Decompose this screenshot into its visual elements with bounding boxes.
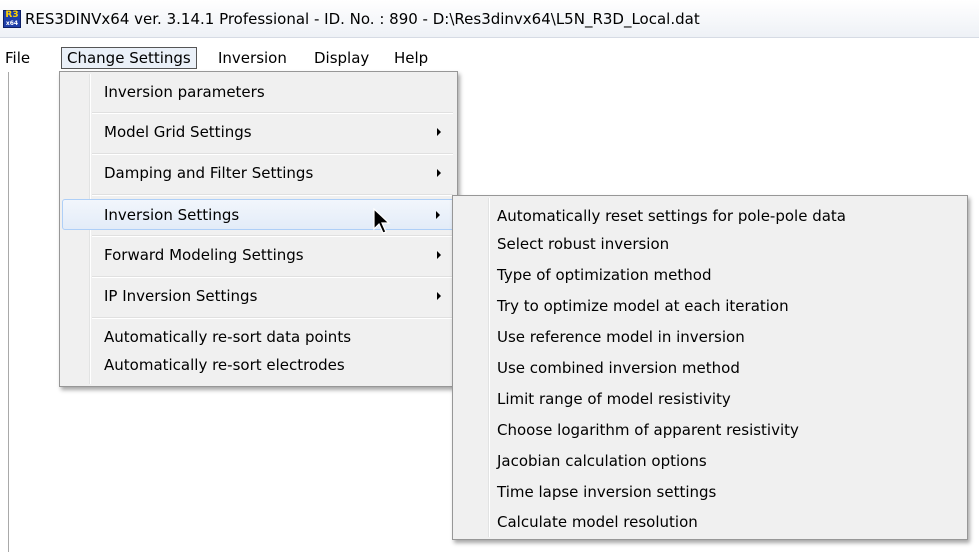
submenu-item-label: Limit range of model resistivity	[497, 390, 731, 408]
app-icon-text-bottom: x64	[5, 20, 19, 27]
menu-item-inversion-parameters[interactable]: Inversion parameters	[62, 76, 455, 108]
submenu-arrow-icon	[437, 251, 441, 259]
client-area-border	[8, 72, 9, 552]
app-icon-text-top: R3	[5, 10, 19, 20]
menu-separator	[92, 317, 453, 319]
submenu-arrow-icon	[437, 128, 441, 136]
submenu-item-time-lapse[interactable]: Time lapse inversion settings	[455, 479, 965, 507]
submenu-item-limit-resistivity[interactable]: Limit range of model resistivity	[455, 386, 965, 414]
submenu-item-label: Calculate model resolution	[497, 513, 698, 531]
submenu-item-reset-pole-pole[interactable]: Automatically reset settings for pole-po…	[455, 202, 965, 230]
submenu-item-label: Try to optimize model at each iteration	[497, 297, 789, 315]
menu-item-label: Automatically re-sort data points	[104, 328, 352, 346]
submenu-item-label: Select robust inversion	[497, 235, 670, 253]
change-settings-menu: Inversion parameters Model Grid Settings…	[59, 71, 458, 387]
submenu-item-robust-inversion[interactable]: Select robust inversion	[455, 231, 965, 259]
submenu-item-logarithm-resistivity[interactable]: Choose logarithm of apparent resistivity	[455, 417, 965, 445]
menu-change-settings[interactable]: Change Settings	[61, 47, 197, 69]
menu-item-forward-modeling-settings[interactable]: Forward Modeling Settings	[62, 239, 455, 271]
menu-separator	[92, 235, 453, 237]
menu-item-resort-electrodes[interactable]: Automatically re-sort electrodes	[62, 352, 455, 378]
submenu-arrow-icon	[437, 169, 441, 177]
menu-item-label: IP Inversion Settings	[104, 287, 258, 305]
menu-item-label: Model Grid Settings	[104, 123, 252, 141]
submenu-item-jacobian-options[interactable]: Jacobian calculation options	[455, 448, 965, 476]
menu-help[interactable]: Help	[389, 47, 433, 69]
submenu-arrow-icon	[436, 210, 440, 219]
submenu-item-label: Choose logarithm of apparent resistivity	[497, 421, 799, 439]
menu-item-model-grid-settings[interactable]: Model Grid Settings	[62, 116, 455, 148]
submenu-item-label: Jacobian calculation options	[497, 452, 707, 470]
menu-item-label: Damping and Filter Settings	[104, 164, 314, 182]
submenu-item-label: Time lapse inversion settings	[497, 483, 717, 501]
mouse-pointer-icon	[373, 208, 391, 234]
submenu-item-label: Automatically reset settings for pole-po…	[497, 207, 846, 225]
submenu-item-label: Use combined inversion method	[497, 359, 740, 377]
menu-file[interactable]: File	[0, 47, 35, 69]
title-bar: R3 x64 RES3DINVx64 ver. 3.14.1 Professio…	[0, 0, 979, 38]
menu-item-ip-inversion-settings[interactable]: IP Inversion Settings	[62, 280, 455, 312]
submenu-item-label: Type of optimization method	[497, 266, 712, 284]
inversion-settings-submenu: Automatically reset settings for pole-po…	[452, 195, 968, 540]
menu-bar: File Change Settings Inversion Display H…	[0, 46, 979, 70]
menu-item-label: Automatically re-sort electrodes	[104, 356, 345, 374]
menu-item-label: Inversion parameters	[104, 83, 265, 101]
menu-display[interactable]: Display	[309, 47, 374, 69]
menu-item-label: Forward Modeling Settings	[104, 246, 304, 264]
res3dinv-app-icon[interactable]: R3 x64	[3, 10, 21, 28]
menu-separator	[92, 276, 453, 278]
menu-separator	[92, 194, 453, 196]
menu-separator	[92, 153, 453, 155]
submenu-arrow-icon	[437, 292, 441, 300]
menu-inversion[interactable]: Inversion	[213, 47, 292, 69]
submenu-item-reference-model[interactable]: Use reference model in inversion	[455, 324, 965, 352]
menu-item-resort-data-points[interactable]: Automatically re-sort data points	[62, 324, 455, 350]
menu-item-inversion-settings[interactable]: Inversion Settings	[62, 199, 455, 230]
menu-item-label: Inversion Settings	[104, 206, 240, 224]
submenu-item-combined-inversion[interactable]: Use combined inversion method	[455, 355, 965, 383]
submenu-item-optimization-method[interactable]: Type of optimization method	[455, 262, 965, 290]
submenu-item-model-resolution[interactable]: Calculate model resolution	[455, 509, 965, 537]
window-title: RES3DINVx64 ver. 3.14.1 Professional - I…	[25, 10, 700, 28]
menu-item-damping-filter-settings[interactable]: Damping and Filter Settings	[62, 157, 455, 189]
submenu-item-optimize-each-iteration[interactable]: Try to optimize model at each iteration	[455, 293, 965, 321]
submenu-item-label: Use reference model in inversion	[497, 328, 745, 346]
menu-separator	[92, 112, 453, 114]
